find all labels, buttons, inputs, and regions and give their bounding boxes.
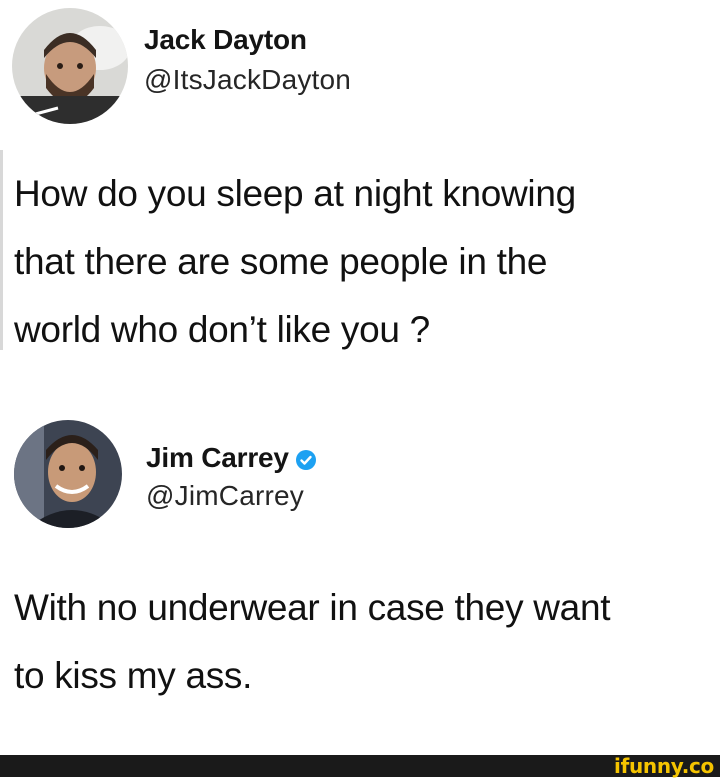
author-handle[interactable]: @JimCarrey [146, 480, 304, 512]
author-name[interactable]: Jack Dayton [144, 24, 307, 56]
tweet-text-line: to kiss my ass. [14, 655, 253, 696]
ifunny-watermark: ifunny.co [614, 754, 714, 778]
verified-badge-icon [295, 449, 317, 471]
tweet-text-line: world who don’t like you ? [14, 309, 430, 350]
author-handle[interactable]: @ItsJackDayton [144, 64, 351, 96]
person-avatar-icon[interactable] [12, 8, 128, 124]
author-name[interactable]: Jim Carrey [146, 442, 289, 474]
tweet-text: How do you sleep at night knowing that t… [14, 160, 704, 364]
author-name-row[interactable]: Jim Carrey [146, 442, 317, 474]
watermark-footer-bar [0, 755, 720, 777]
tweet-card: Jack Dayton @ItsJackDayton How do you sl… [0, 0, 720, 390]
tweet-text: With no underwear in case they want to k… [14, 574, 714, 710]
tweet-text-line: How do you sleep at night knowing [14, 173, 576, 214]
author-name-row[interactable]: Jack Dayton [144, 24, 307, 56]
tweet-text-line: With no underwear in case they want [14, 587, 611, 628]
avatar-jack-dayton-image [12, 8, 128, 124]
avatar-jim-carrey-image [14, 420, 122, 528]
tweet-text-line: that there are some people in the [14, 241, 548, 282]
person-avatar-icon[interactable] [14, 420, 122, 528]
